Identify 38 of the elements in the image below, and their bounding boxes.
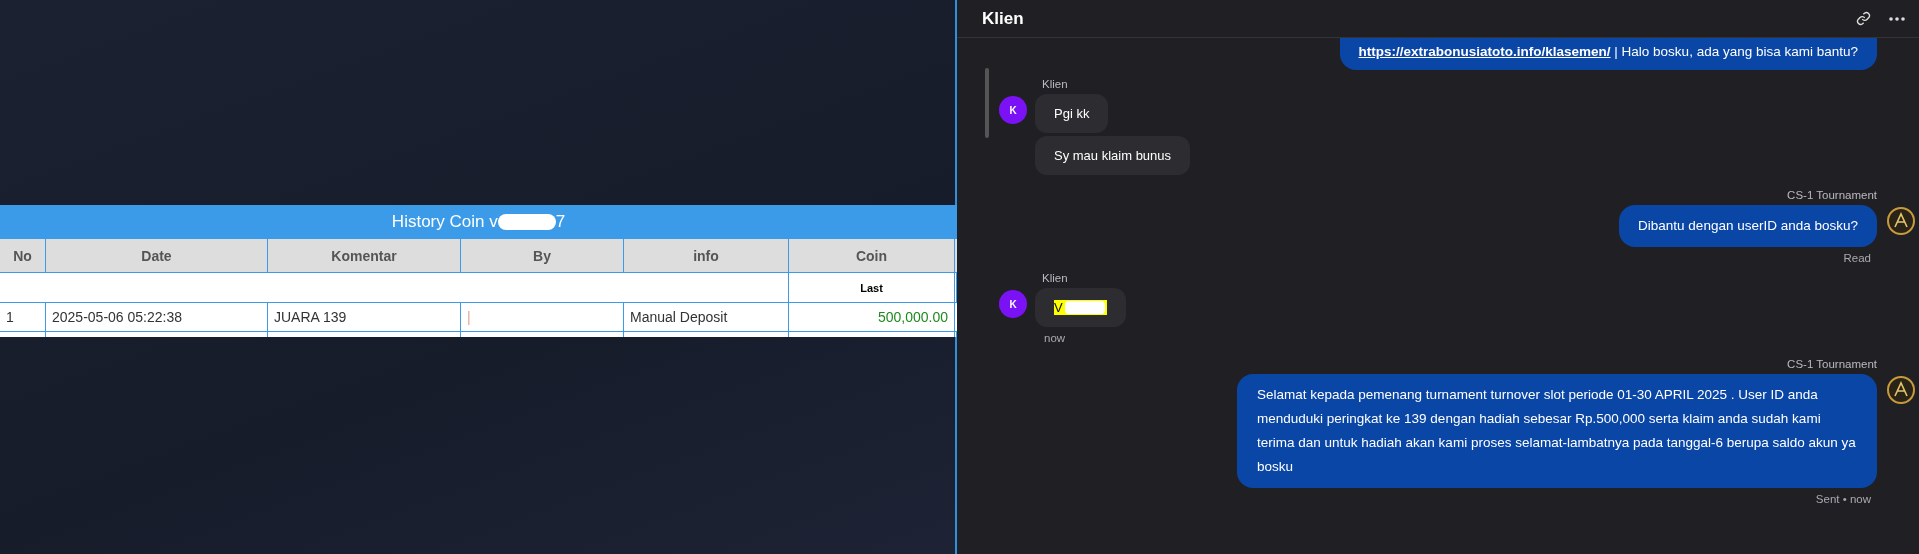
- sender-name: Klien: [1042, 78, 1069, 90]
- message-bubble: V: [1035, 288, 1126, 327]
- scrollbar[interactable]: [985, 68, 989, 138]
- column-header: Coin: [789, 239, 955, 272]
- more-icon[interactable]: [1889, 16, 1905, 21]
- column-header: Date: [46, 239, 268, 272]
- table-cell: 1: [0, 302, 46, 331]
- message-status: Sent • now: [1815, 493, 1871, 505]
- column-subheader: Last: [789, 272, 955, 302]
- column-header: info: [624, 239, 789, 272]
- table-cell: 500,000.00: [789, 302, 955, 331]
- message-bubble: Dibantu dengan userID anda bosku?: [1619, 205, 1877, 247]
- link-icon[interactable]: [1856, 11, 1871, 26]
- message-status: Read: [1843, 252, 1871, 264]
- avatar: K: [999, 290, 1027, 318]
- chat-title: Klien: [982, 8, 1025, 29]
- column-header: Komentar: [268, 239, 461, 272]
- logo-icon: [1887, 207, 1915, 235]
- avatar: K: [999, 96, 1027, 124]
- table-cell: 2025-05-06 05:22:38: [46, 302, 268, 331]
- logo-icon: [1887, 376, 1915, 404]
- sender-name: CS-1 Tournament: [1787, 189, 1877, 201]
- message-bubble: https://extrabonusiatoto.info/klasemen/ | Halo bosku, ada yang bisa kami bantu?: [1339, 38, 1877, 70]
- message-bubble: Pgi kk: [1035, 94, 1109, 133]
- redaction-mark: [497, 214, 556, 230]
- column-header: By: [461, 239, 624, 272]
- column-header: No: [0, 239, 46, 272]
- message-link[interactable]: https://extrabonusiatoto.info/klasemen/: [1358, 44, 1611, 59]
- table-cell: Manual Deposit: [624, 302, 789, 331]
- table-cell: |: [461, 302, 624, 331]
- table-title-end: 7: [555, 212, 566, 232]
- message-bubble: Selamat kepada pemenang turnament turnover slot periode 01-30 APRIL 2025 . User ID anda menduduki peringkat ke 139 dengan hadiah sebesar Rp.500,000 serta klaim anda sudah kami terima dan untuk hadiah akan kami proses selamat-lambatnya pada tanggal-6 berupa saldo akun ya bosku: [1237, 374, 1877, 488]
- table-title: History Coin v: [391, 212, 498, 232]
- message-bubble: Sy mau klaim bunus: [1035, 136, 1191, 175]
- table-cell: JUARA 139: [268, 302, 461, 331]
- sender-name: CS-1 Tournament: [1787, 358, 1877, 370]
- sender-name: Klien: [1042, 272, 1069, 284]
- message-status: now: [1044, 332, 1067, 344]
